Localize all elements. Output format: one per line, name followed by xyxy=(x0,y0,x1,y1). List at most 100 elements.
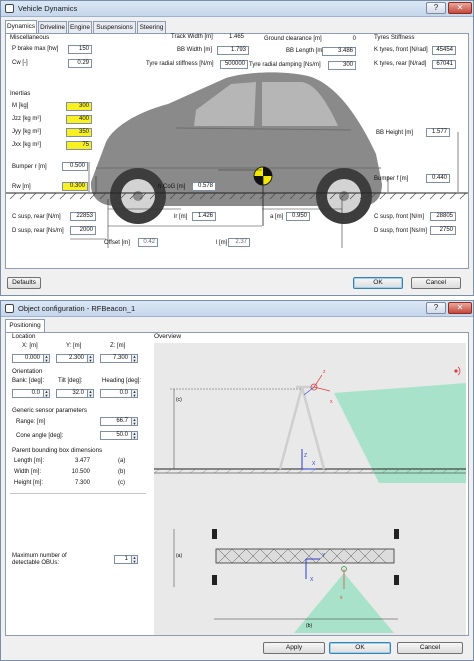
bb-length-input[interactable]: 3.486 xyxy=(322,47,356,56)
cw-input[interactable]: 0.29 xyxy=(68,59,92,68)
c-susp-front-input[interactable]: 28805 xyxy=(430,212,456,221)
bb-width-label: BB Width [m] xyxy=(177,47,213,53)
ok-button[interactable]: OK xyxy=(353,277,403,289)
z-spinner[interactable]: ▲ ▼ xyxy=(131,354,138,363)
offset-input[interactable]: 0.42 xyxy=(138,238,158,247)
height-tag: (c) xyxy=(118,480,125,486)
x-value: 0.000 xyxy=(24,355,40,361)
dynamics-panel: Miscellaneous P brake max [hw] 150 Cw [-… xyxy=(5,33,469,269)
p-brake-label: P brake max [hw] xyxy=(12,46,59,52)
tab-dynamics[interactable]: Dynamics xyxy=(5,20,37,33)
bb-height-label: BB Height [m] xyxy=(376,130,414,136)
jyy-input[interactable]: 350 xyxy=(66,128,92,137)
close-button[interactable]: ✕ xyxy=(448,302,472,314)
k-tyres-front-input[interactable]: 45454 xyxy=(432,46,456,55)
vehicle-dynamics-window: Vehicle Dynamics ? ✕ Dynamics Driveline … xyxy=(0,0,474,296)
tyre-damping-input[interactable]: 300 xyxy=(328,61,356,70)
tab-suspensions[interactable]: Suspensions xyxy=(93,21,136,33)
bumper-r-input[interactable]: 0.500 xyxy=(62,162,88,171)
bank-input[interactable]: 0.0 ▲ ▼ xyxy=(12,389,50,398)
jxx-input[interactable]: 75 xyxy=(66,141,92,150)
c-susp-rear-input[interactable]: 22853 xyxy=(70,212,96,221)
y-input[interactable]: 2.300 ▲ ▼ xyxy=(56,354,94,363)
cancel-button[interactable]: Cancel xyxy=(397,642,463,654)
m-label: M [kg] xyxy=(12,103,29,109)
hcog-input[interactable]: 0.578 xyxy=(192,182,216,191)
bumper-r-label: Bumper r [m] xyxy=(12,164,47,170)
z-input[interactable]: 7.300 ▲ ▼ xyxy=(100,354,138,363)
d-susp-front-label: D susp, front [Ns/m] xyxy=(374,228,428,234)
k-tyres-front-label: K tyres, front [N/rad] xyxy=(374,47,428,53)
p-brake-input[interactable]: 150 xyxy=(68,45,92,54)
close-button[interactable]: ✕ xyxy=(448,2,472,14)
diagram-a-tag: (a) xyxy=(176,553,182,559)
rw-input[interactable]: 0.300 xyxy=(62,182,88,191)
y-value: 2.300 xyxy=(68,355,84,361)
cone-angle-input[interactable]: 50.0 ▲ ▼ xyxy=(100,431,138,440)
ok-button[interactable]: OK xyxy=(329,642,391,654)
apply-button[interactable]: Apply xyxy=(263,642,325,654)
max-obu-spinner[interactable]: ▲ ▼ xyxy=(131,555,138,564)
ground-clearance-label: Ground clearance [m] xyxy=(264,36,322,42)
tilt-input[interactable]: 32.0 ▲ ▼ xyxy=(56,389,94,398)
a-label: a [m] xyxy=(270,214,284,220)
bumper-f-label: Bumper f [m] xyxy=(374,176,409,182)
range-spinner[interactable]: ▲ ▼ xyxy=(131,417,138,426)
bb-width-input[interactable]: 1.793 xyxy=(217,46,249,55)
height-value: 7.300 xyxy=(74,480,90,486)
tab-engine[interactable]: Engine xyxy=(68,21,92,33)
title-bar[interactable]: Object configuration - RFBeacon_1 ? ✕ xyxy=(1,301,473,317)
range-value: 66.7 xyxy=(116,418,128,424)
range-input[interactable]: 66.7 ▲ ▼ xyxy=(100,417,138,426)
max-obu-label-line1: Maximum number of xyxy=(12,553,67,559)
tyres-section-title: Tyres Stiffness xyxy=(374,34,415,41)
lr-input[interactable]: 1.426 xyxy=(192,212,216,221)
cone-angle-spinner[interactable]: ▲ ▼ xyxy=(131,431,138,440)
z-label: Z: [m] xyxy=(110,343,126,349)
jzz-label: Jzz [kg m²] xyxy=(12,116,42,122)
tab-steering[interactable]: Steering xyxy=(137,21,166,33)
track-width-value: 1.465 xyxy=(228,34,244,40)
tab-driveline[interactable]: Driveline xyxy=(38,21,67,33)
help-button[interactable]: ? xyxy=(426,302,446,314)
cancel-button[interactable]: Cancel xyxy=(411,277,461,289)
tilt-spinner[interactable]: ▲ ▼ xyxy=(87,389,94,398)
ground-clearance-value: 0 xyxy=(352,36,356,42)
k-tyres-rear-input[interactable]: 67041 xyxy=(432,60,456,69)
y-spinner[interactable]: ▲ ▼ xyxy=(87,354,94,363)
parent-bbox-section-title: Parent bounding box dimensions xyxy=(12,447,103,454)
width-value: 10.500 xyxy=(71,469,90,475)
bank-spinner[interactable]: ▲ ▼ xyxy=(43,389,50,398)
tyre-stiffness-input[interactable]: 500000 xyxy=(220,60,248,69)
y-label: Y: [m] xyxy=(66,343,82,349)
width-tag: (b) xyxy=(118,469,126,475)
location-section-title: Location xyxy=(12,333,36,340)
hcog-label: h CoG [m] xyxy=(158,184,186,190)
defaults-button[interactable]: Defaults xyxy=(7,277,41,289)
x-spinner[interactable]: ▲ ▼ xyxy=(43,354,50,363)
window-title: Vehicle Dynamics xyxy=(18,4,78,13)
overview-title: Overview xyxy=(154,333,182,340)
m-input[interactable]: 300 xyxy=(66,102,92,111)
tilt-label: Tilt [deg]: xyxy=(58,378,83,384)
tab-positioning[interactable]: Positioning xyxy=(5,319,45,332)
bb-height-input[interactable]: 1.577 xyxy=(426,128,450,137)
cone-angle-label: Cone angle [deg]: xyxy=(16,433,64,439)
d-susp-front-input[interactable]: 2750 xyxy=(430,226,456,235)
tilt-value: 32.0 xyxy=(72,390,84,396)
x-input[interactable]: 0.000 ▲ ▼ xyxy=(12,354,50,363)
tyre-damping-label: Tyre radial damping [Ns/m] xyxy=(249,62,321,68)
window-title: Object configuration - RFBeacon_1 xyxy=(18,304,136,313)
offset-label: Offset [m] xyxy=(104,240,130,246)
max-obu-input[interactable]: 1 ▲ ▼ xyxy=(114,555,138,564)
section-divider xyxy=(10,493,146,494)
l-input[interactable]: 2.37 xyxy=(228,238,250,247)
a-input[interactable]: 0.950 xyxy=(286,212,310,221)
help-button[interactable]: ? xyxy=(426,2,446,14)
heading-input[interactable]: 0.0 ▲ ▼ xyxy=(100,389,138,398)
heading-spinner[interactable]: ▲ ▼ xyxy=(131,389,138,398)
d-susp-rear-input[interactable]: 2000 xyxy=(70,226,96,235)
jzz-input[interactable]: 400 xyxy=(66,115,92,124)
bumper-f-input[interactable]: 0.440 xyxy=(426,174,450,183)
title-bar[interactable]: Vehicle Dynamics ? ✕ xyxy=(1,1,473,17)
